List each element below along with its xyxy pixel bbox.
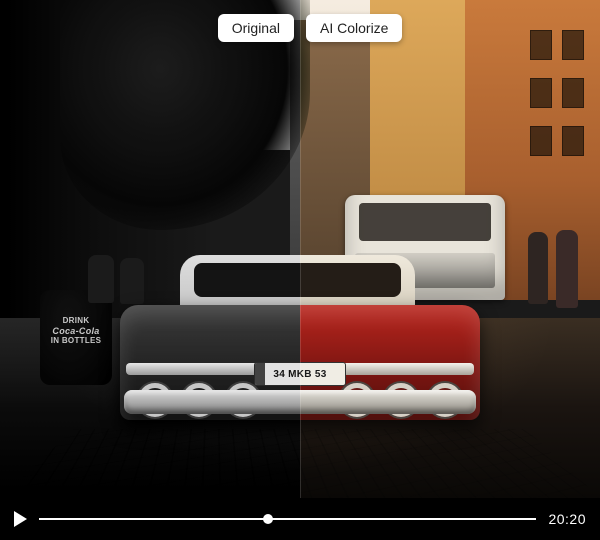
- barrel-text-3: IN BOTTLES: [48, 336, 104, 346]
- comparison-right-pane: DRINK Coca-Cola IN BOTTLES 34 MKB 53: [300, 0, 600, 498]
- video-frame: DRINK Coca-Cola IN BOTTLES 34 MKB 53: [0, 0, 600, 498]
- progress-track[interactable]: [39, 510, 536, 528]
- video-controls: 20:20: [0, 498, 600, 540]
- barrel-text-1: DRINK: [48, 316, 104, 326]
- label-ai-colorize: AI Colorize: [306, 14, 402, 42]
- duration-label: 20:20: [548, 511, 586, 527]
- progress-thumb[interactable]: [263, 514, 273, 524]
- license-plate-text: 34 MKB 53: [273, 369, 300, 380]
- comparison-left-pane: DRINK Coca-Cola IN BOTTLES 34 MKB 53: [0, 0, 300, 498]
- license-plate: 34 MKB 53: [300, 362, 346, 386]
- license-plate: 34 MKB 53: [254, 362, 300, 386]
- label-original: Original: [218, 14, 294, 42]
- progress-fill: [39, 518, 268, 520]
- barrel-text-2: Coca-Cola: [48, 326, 104, 337]
- play-icon[interactable]: [14, 511, 27, 527]
